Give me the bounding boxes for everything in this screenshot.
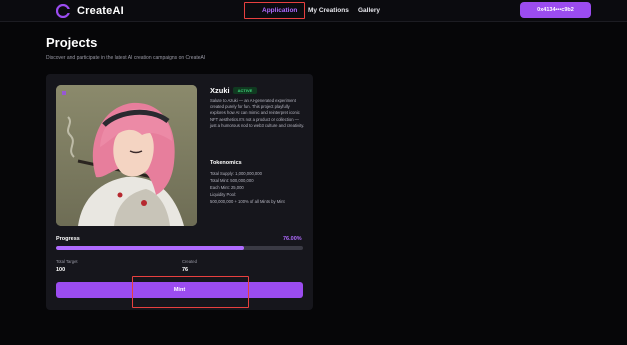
createai-logo-icon[interactable] <box>56 4 70 18</box>
anime-character-illustration <box>56 85 197 226</box>
status-badge: ACTIVE <box>233 87 257 94</box>
tokenomics-heading: Tokenomics <box>210 160 242 166</box>
progress-value: 76.00% <box>283 236 302 242</box>
annotation-highlight-mint <box>132 276 249 308</box>
wallet-address-button[interactable]: 0x4134•••c9b2 <box>520 2 591 18</box>
tokenomics-total-supply: Total Supply: 1,000,000,000 <box>210 171 262 176</box>
created-value: 76 <box>182 267 189 273</box>
top-navigation-bar: CreateAI Application My Creations Galler… <box>0 0 627 22</box>
progress-bar <box>56 246 303 250</box>
nav-my-creations[interactable]: My Creations <box>308 6 349 15</box>
tokenomics-each-mint: Each Mint: 25,000 <box>210 185 244 190</box>
page-subtitle: Discover and participate in the latest A… <box>46 55 206 61</box>
total-target-label: Total Target <box>56 259 78 264</box>
tokenomics-liquidity-detail: 500,000,000 + 100% of all Mints by Mint <box>210 199 285 204</box>
progress-bar-fill <box>56 246 244 250</box>
nav-gallery[interactable]: Gallery <box>358 6 380 15</box>
progress-label: Progress <box>56 236 80 242</box>
tokenomics-total-mint: Total Mint: 500,000,000 <box>210 178 254 183</box>
project-description: Salute to Azuki — an AI-generated experi… <box>210 98 305 128</box>
created-label: Created <box>182 259 197 264</box>
tokenomics-liquidity-pool: Liquidity Pool: <box>210 192 237 197</box>
page-title: Projects <box>46 35 98 50</box>
annotation-highlight-application <box>244 2 305 19</box>
tokenomics-list: Total Supply: 1,000,000,000 Total Mint: … <box>210 170 310 205</box>
project-name: Xzuki <box>210 86 230 95</box>
project-artwork <box>56 85 197 226</box>
brand-name[interactable]: CreateAI <box>77 4 124 18</box>
total-target-value: 100 <box>56 267 66 273</box>
